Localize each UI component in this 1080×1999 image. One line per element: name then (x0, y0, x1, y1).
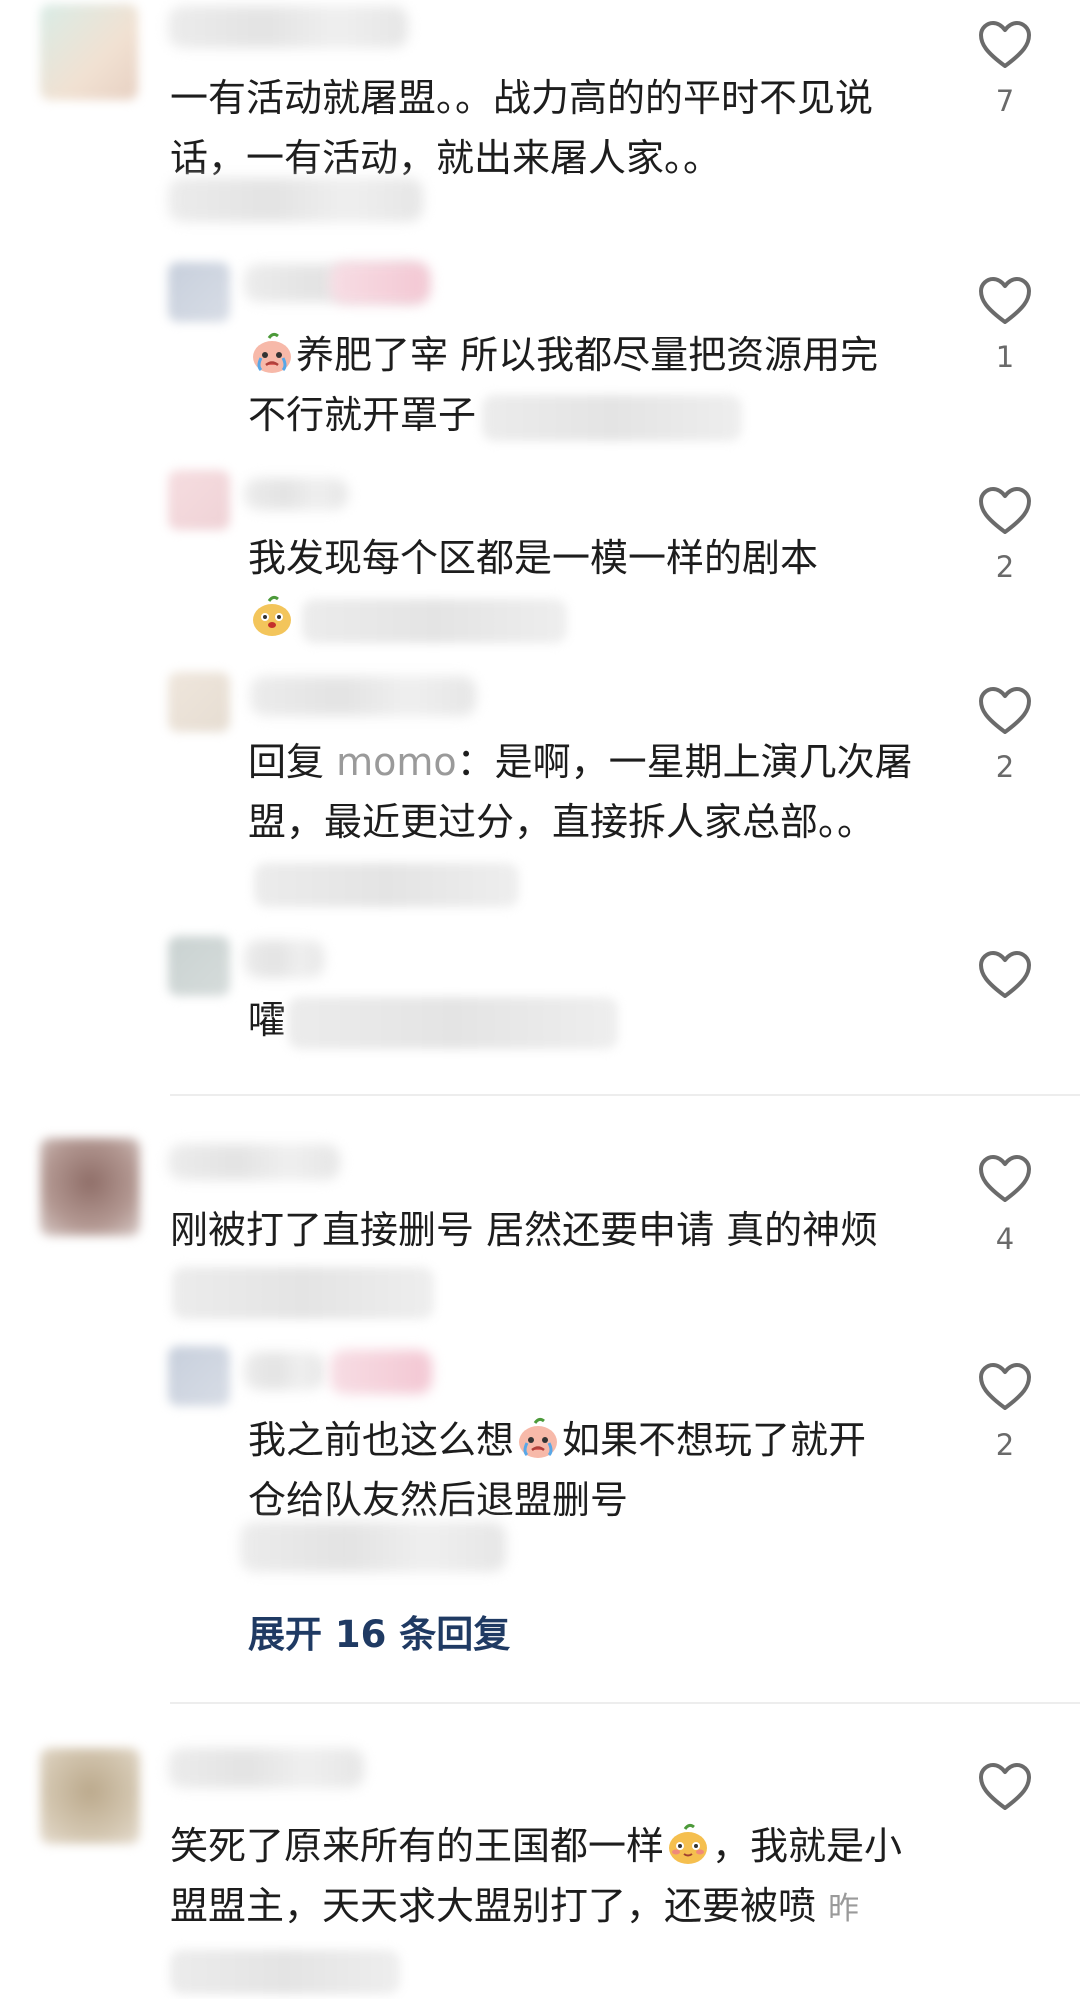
like-count: 2 (995, 550, 1015, 584)
like-count: 1 (995, 340, 1015, 374)
like-count: 4 (995, 1222, 1015, 1256)
meta-blurred (302, 598, 567, 643)
comment-meta-blurred (240, 1522, 506, 1572)
username-blurred[interactable] (244, 1352, 324, 1390)
comment-text: 笑死了原来所有的王国都一样 ，我就是小盟盟主，天天求大盟别打了，还要被喷 昨 (170, 1816, 910, 1999)
meta-blurred (254, 862, 519, 907)
like-count: 7 (995, 84, 1015, 118)
username-blurred[interactable] (168, 1748, 364, 1788)
reply-text: 嚯 (248, 990, 898, 1050)
reply-text: 我之前也这么想 如果不想玩了就开仓给队友然后退盟删号 (248, 1410, 898, 1530)
like-count: 2 (995, 1428, 1015, 1462)
like-count: 2 (995, 750, 1015, 784)
expand-replies-button[interactable]: 展开 16 条回复 (248, 1604, 510, 1658)
reply-text: 我发现每个区都是一模一样的剧本 (248, 528, 898, 648)
crying-pear-emoji (515, 1415, 561, 1461)
badge-blurred (330, 1350, 432, 1394)
divider (170, 1094, 1080, 1096)
like-button[interactable] (978, 1154, 1032, 1204)
mention-link[interactable]: momo (336, 740, 457, 784)
reply-text: 回复 momo：是啊，一星期上演几次屠盟，最近更过分，直接拆人家总部。。 (248, 732, 928, 912)
reply-text: 养肥了宰 所以我都尽量把资源用完 不行就开罩子 (248, 325, 898, 445)
avatar[interactable] (168, 936, 230, 996)
username-blurred[interactable] (168, 1144, 340, 1180)
crying-pear-emoji (249, 330, 295, 376)
heart-outline-icon (979, 1763, 1031, 1810)
like-button[interactable] (978, 486, 1032, 536)
avatar[interactable] (168, 470, 230, 530)
heart-outline-icon (979, 487, 1031, 534)
username-blurred[interactable] (244, 478, 348, 510)
comment-time: 昨 (828, 1891, 860, 1927)
heart-outline-icon (979, 951, 1031, 998)
meta-blurred (172, 1266, 434, 1319)
heart-outline-icon (979, 1155, 1031, 1202)
badge-blurred (330, 262, 430, 304)
heart-outline-icon (979, 277, 1031, 324)
avatar[interactable] (168, 1346, 230, 1406)
comment-meta-blurred (168, 178, 423, 222)
avatar[interactable] (168, 672, 230, 732)
comment-text: 一有活动就屠盟。。战力高的的平时不见说话，一有活动，就出来屠人家。。 (170, 76, 874, 180)
like-button[interactable] (978, 950, 1032, 1000)
heart-outline-icon (979, 687, 1031, 734)
like-button[interactable] (978, 20, 1032, 70)
comment-text: 刚被打了直接删号 居然还要申请 真的神烦 (170, 1200, 910, 1320)
meta-blurred (288, 996, 619, 1049)
avatar[interactable] (40, 4, 138, 100)
avatar[interactable] (168, 262, 230, 322)
shy-pear-emoji (665, 1821, 711, 1867)
heart-outline-icon (979, 21, 1031, 68)
username-blurred[interactable] (168, 6, 408, 48)
meta-blurred (482, 394, 743, 441)
username-blurred[interactable] (250, 676, 476, 716)
heart-outline-icon (979, 1363, 1031, 1410)
like-button[interactable] (978, 1762, 1032, 1812)
like-button[interactable] (978, 276, 1032, 326)
avatar[interactable] (40, 1138, 140, 1236)
divider (170, 1702, 1080, 1704)
like-button[interactable] (978, 1362, 1032, 1412)
like-button[interactable] (978, 686, 1032, 736)
username-blurred[interactable] (244, 940, 324, 978)
meta-blurred (170, 1949, 400, 1994)
avatar[interactable] (40, 1748, 140, 1844)
doge-pear-emoji (249, 593, 295, 639)
